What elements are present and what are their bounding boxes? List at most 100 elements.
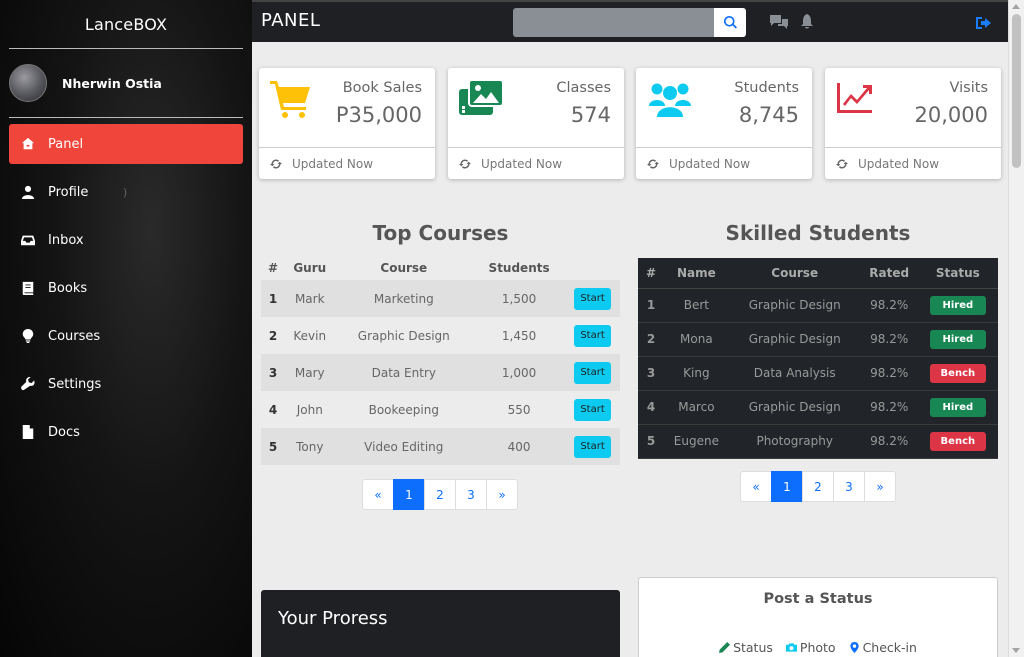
column-header: Course (728, 258, 861, 289)
course-cell: Graphic Design (728, 390, 861, 425)
sidebar-item-courses[interactable]: Courses (9, 316, 243, 356)
table-row: 4 John Bookeeping 550 Start (261, 391, 620, 428)
file-icon (21, 425, 35, 439)
start-button[interactable]: Start (574, 435, 611, 458)
card-label: Students (734, 80, 799, 96)
course-cell: Video Editing (334, 428, 474, 465)
photo-tab[interactable]: Photo (785, 640, 836, 655)
status-tab[interactable]: Status (719, 640, 773, 655)
scroll-thumb[interactable] (1012, 14, 1021, 168)
table-row: 5 Eugene Photography 98.2% Bench (638, 424, 998, 459)
check-in-tab[interactable]: Check-in (849, 640, 917, 655)
card-label: Book Sales (342, 80, 422, 96)
camera-icon (785, 643, 797, 652)
user-profile[interactable]: Nherwin Ostia (0, 49, 252, 117)
sidebar-item-inbox[interactable]: Inbox (9, 220, 243, 260)
start-button[interactable]: Start (574, 287, 611, 310)
status-badge: Hired (929, 329, 986, 349)
students-cell: 1,450 (501, 328, 537, 343)
scroll-up-arrow[interactable] (1012, 4, 1020, 9)
card-footer: Updated Now (448, 147, 624, 179)
table-row: 1 Bert Graphic Design 98.2% Hired (638, 288, 998, 323)
card-label: Classes (556, 80, 611, 96)
card-footer: Updated Now (259, 147, 435, 179)
book-sales-card: Book Sales P35,000 Updated Now (259, 68, 435, 179)
scrollbar[interactable] (1008, 0, 1024, 657)
logout-button[interactable] (976, 15, 992, 34)
scroll-down-arrow[interactable] (1012, 648, 1020, 653)
sidebar-item-books[interactable]: Books (9, 268, 243, 308)
profile-caret: ) (123, 185, 128, 199)
notifications-button[interactable] (800, 14, 814, 34)
brand-logo[interactable]: LanceBOX (0, 0, 252, 48)
start-button[interactable]: Start (574, 361, 611, 384)
course-cell: Graphic Design (728, 322, 861, 357)
row-number: 5 (261, 428, 285, 465)
search-input[interactable] (513, 8, 714, 37)
course-cell: Data Entry (334, 354, 474, 391)
card-value: 574 (570, 103, 611, 127)
home-icon (21, 137, 35, 151)
page-3[interactable]: 3 (833, 471, 865, 502)
page-next[interactable]: » (864, 471, 896, 502)
name-cell: Marco (664, 390, 729, 425)
status-badge: Hired (929, 295, 986, 315)
column-header (565, 256, 620, 280)
row-number: 5 (638, 424, 664, 459)
user-name: Nherwin Ostia (62, 75, 162, 91)
column-header: Guru (293, 261, 327, 275)
course-cell: Graphic Design (728, 288, 861, 323)
skilled-students-title: Skilled Students (725, 221, 911, 245)
page-title: PANEL (261, 10, 321, 31)
messages-button[interactable] (769, 14, 789, 34)
page-1[interactable]: 1 (393, 479, 425, 510)
skilled-students-table: # Name Course Rated Status 1 Bert Graphi… (638, 258, 998, 459)
guru-cell: John (296, 402, 323, 417)
row-number: 3 (261, 354, 285, 391)
column-header: Course (380, 261, 428, 275)
avatar[interactable] (9, 64, 47, 102)
course-cell: Data Analysis (728, 356, 861, 391)
card-label: Visits (949, 80, 988, 96)
refresh-icon (459, 159, 471, 168)
guru-cell: Mary (285, 354, 335, 391)
name-cell: Bert (664, 288, 729, 323)
table-row: 3 Mary Data Entry 1,000 Start (261, 354, 620, 391)
sidebar-item-profile[interactable]: Profile ) (9, 172, 243, 212)
card-footer-text: Updated Now (858, 156, 940, 171)
card-footer-text: Updated Now (481, 156, 563, 171)
column-header: Name (664, 258, 729, 289)
rated-cell: 98.2% (860, 356, 918, 391)
start-button[interactable]: Start (574, 398, 611, 421)
start-button[interactable]: Start (574, 324, 611, 347)
status-badge: Bench (929, 363, 986, 383)
rated-cell: 98.2% (860, 322, 918, 357)
page-2[interactable]: 2 (424, 479, 456, 510)
students-cell: 1,500 (473, 280, 566, 317)
search-button[interactable] (714, 8, 746, 37)
page-prev[interactable]: « (740, 471, 772, 502)
students-cell: 400 (473, 428, 566, 465)
row-number: 2 (638, 322, 664, 357)
page-2[interactable]: 2 (802, 471, 834, 502)
chart-line-icon (836, 79, 882, 119)
photo-tab-label: Photo (799, 640, 836, 655)
row-number: 4 (638, 390, 664, 425)
card-value: 8,745 (738, 103, 799, 127)
page-next[interactable]: » (486, 479, 518, 510)
name-cell: Mona (664, 322, 729, 357)
sidebar-item-panel[interactable]: Panel (9, 124, 243, 164)
card-footer-text: Updated Now (669, 156, 751, 171)
column-header: # (638, 258, 664, 289)
cart-icon (270, 79, 316, 119)
table-row: 1 Mark Marketing 1,500 Start (261, 280, 620, 317)
page-prev[interactable]: « (362, 479, 394, 510)
page-3[interactable]: 3 (455, 479, 487, 510)
page-1[interactable]: 1 (771, 471, 803, 502)
sidebar-item-docs[interactable]: Docs (9, 412, 243, 452)
card-footer-text: Updated Now (292, 156, 374, 171)
table-header-row: # Guru Course Students (261, 256, 620, 280)
sidebar-item-settings[interactable]: Settings (9, 364, 243, 404)
post-status-title: Post a Status (763, 591, 873, 607)
pencil-icon (719, 642, 731, 653)
